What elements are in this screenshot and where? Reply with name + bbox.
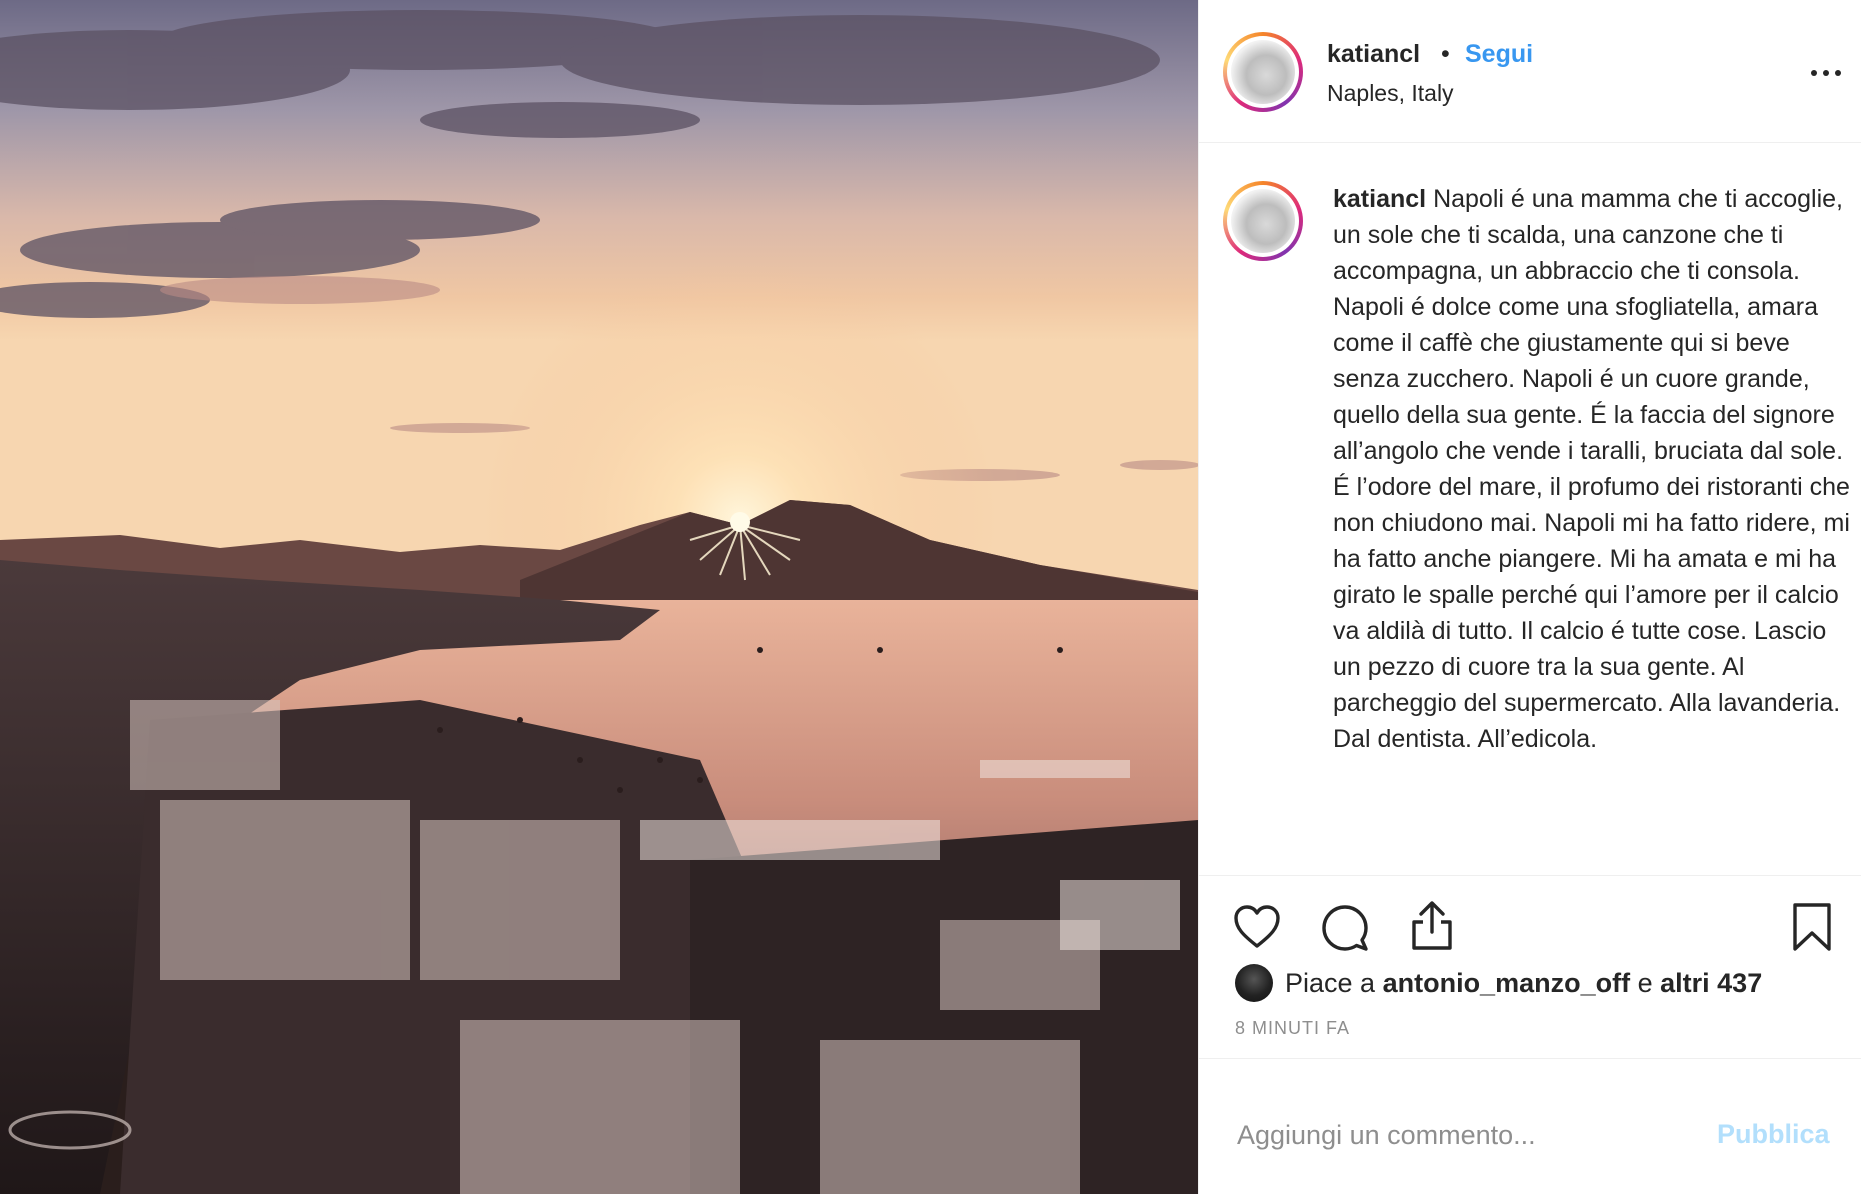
post-location[interactable]: Naples, Italy [1327,80,1454,107]
more-options-icon[interactable] [1811,70,1851,78]
caption-text: Napoli é una mamma che ti accoglie, un s… [1333,184,1850,753]
add-comment-bar: Pubblica [1199,1058,1861,1194]
caption-author-avatar[interactable] [1223,180,1303,261]
post-photo[interactable] [0,0,1198,1194]
post-header: katiancl • Segui Naples, Italy [1199,0,1861,143]
comment-input[interactable] [1235,1119,1699,1153]
instagram-post: katiancl • Segui Naples, Italy katiancl … [0,0,1861,1194]
likes-prefix: Piace a [1285,967,1376,998]
separator-dot: • [1441,40,1450,68]
author-avatar[interactable] [1223,32,1303,112]
post-caption: katiancl Napoli é una mamma che ti accog… [1333,181,1853,757]
bookmark-icon[interactable] [1791,902,1833,952]
naples-sunrise-image [0,0,1198,1194]
liker-username[interactable]: antonio_manzo_off [1383,968,1631,998]
likes-summary: Piace a antonio_manzo_off e altri 437 [1235,964,1762,1003]
author-username[interactable]: katiancl [1327,40,1420,69]
post-timestamp[interactable]: 8 MINUTI FA [1235,1018,1350,1039]
liker-avatar[interactable] [1235,964,1273,1003]
caption-username[interactable]: katiancl [1333,185,1426,213]
comment-icon[interactable] [1321,904,1369,952]
share-icon[interactable] [1409,900,1455,952]
heart-icon[interactable] [1233,904,1281,950]
publish-button[interactable]: Pubblica [1717,1119,1830,1150]
follow-button[interactable]: Segui [1465,40,1533,69]
likes-others-link[interactable]: altri 437 [1660,968,1762,998]
comments-section[interactable]: katiancl Napoli é una mamma che ti accog… [1199,143,1861,875]
post-sidebar: katiancl • Segui Naples, Italy katiancl … [1198,0,1861,1194]
post-actions: Piace a antonio_manzo_off e altri 437 8 … [1199,875,1861,1194]
likes-conjunction: e [1637,967,1653,998]
